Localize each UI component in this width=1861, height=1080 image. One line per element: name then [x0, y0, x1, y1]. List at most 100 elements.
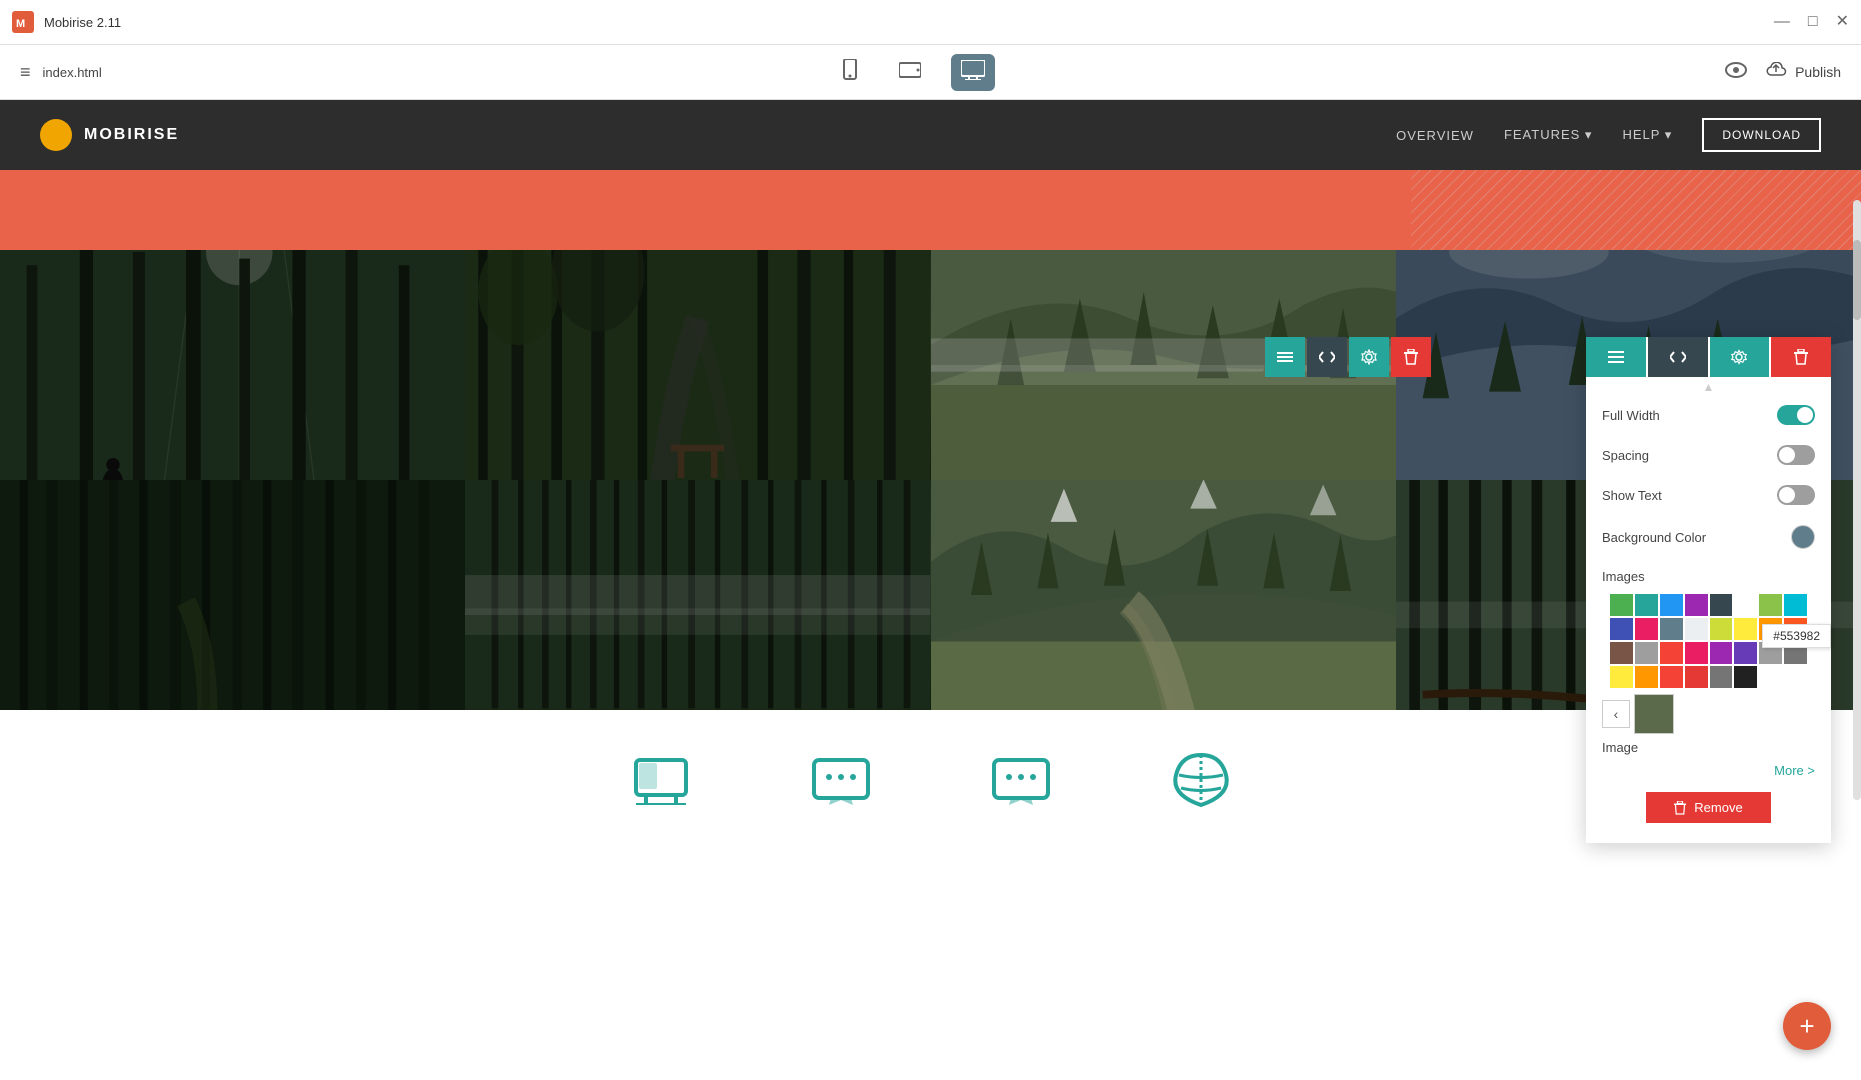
- images-label: Images: [1602, 569, 1645, 584]
- color-hex-value: #553982: [1773, 629, 1820, 643]
- image-label: Image: [1602, 740, 1638, 755]
- color-palette-container: #553982: [1594, 594, 1823, 688]
- color-swatch-item[interactable]: [1734, 642, 1757, 664]
- nav-brand-name: MOBIRISE: [84, 126, 179, 144]
- color-swatch-item[interactable]: [1734, 618, 1757, 640]
- feature-icon-3: [991, 755, 1051, 815]
- color-swatch-item[interactable]: [1710, 618, 1733, 640]
- nav-link-help[interactable]: HELP ▾: [1622, 127, 1672, 143]
- gallery-cell-1: [0, 250, 465, 480]
- nav-link-overview[interactable]: OVERVIEW: [1396, 128, 1474, 143]
- full-width-row: Full Width: [1586, 395, 1831, 435]
- remove-row: Remove: [1586, 786, 1831, 833]
- color-swatch-item[interactable]: [1660, 594, 1683, 616]
- site-preview: MOBIRISE OVERVIEW FEATURES ▾ HELP ▾ DOWN…: [0, 100, 1861, 1080]
- color-swatch-item[interactable]: [1685, 666, 1708, 688]
- menu-icon[interactable]: ≡: [20, 62, 31, 83]
- main-toolbar: ≡ index.html Publish: [0, 45, 1861, 100]
- color-swatch-item[interactable]: [1685, 594, 1708, 616]
- settings-panel: ▲ Full Width Spacing Show Text Backgroun…: [1586, 337, 1831, 843]
- feature-icon-2: [811, 755, 871, 815]
- block-delete-button[interactable]: [1391, 337, 1431, 377]
- maximize-button[interactable]: □: [1808, 14, 1818, 30]
- prev-image-button[interactable]: ‹: [1602, 700, 1630, 728]
- add-block-button[interactable]: +: [1783, 1002, 1831, 1050]
- color-swatch-item[interactable]: [1734, 666, 1757, 688]
- color-swatch-item[interactable]: [1610, 618, 1633, 640]
- bg-color-label: Background Color: [1602, 530, 1706, 545]
- color-hex-display: #553982: [1762, 624, 1831, 648]
- color-swatch-item[interactable]: [1759, 594, 1782, 616]
- scrollbar[interactable]: [1853, 200, 1861, 800]
- panel-gear-button[interactable]: [1710, 337, 1770, 377]
- settings-header: [1586, 337, 1831, 377]
- show-text-toggle[interactable]: [1777, 485, 1815, 505]
- scrollbar-thumb: [1853, 240, 1861, 320]
- spacing-toggle[interactable]: [1777, 445, 1815, 465]
- color-swatch-item[interactable]: [1635, 618, 1658, 640]
- desktop-view-button[interactable]: [951, 54, 995, 91]
- color-swatch-item[interactable]: [1710, 642, 1733, 664]
- color-swatch-item[interactable]: [1710, 594, 1733, 616]
- app-title: Mobirise 2.11: [44, 15, 121, 30]
- full-width-toggle[interactable]: [1777, 405, 1815, 425]
- panel-sort-button[interactable]: [1586, 337, 1646, 377]
- gallery-cell-2: [465, 250, 930, 480]
- nav-download-button[interactable]: DOWNLOAD: [1702, 118, 1821, 152]
- preview-button[interactable]: [1725, 61, 1747, 84]
- images-nav: ‹: [1586, 692, 1831, 736]
- orange-section: [0, 170, 1861, 250]
- svg-text:M: M: [16, 18, 25, 30]
- titlebar: M Mobirise 2.11 — □ ✕: [0, 0, 1861, 45]
- filename-label: index.html: [43, 65, 102, 80]
- images-label-row: Images: [1586, 559, 1831, 586]
- feature-icon-4: [1171, 750, 1231, 820]
- bg-color-swatch[interactable]: [1791, 525, 1815, 549]
- color-swatch-item[interactable]: [1610, 594, 1633, 616]
- toolbar-left: ≡ index.html: [20, 62, 102, 83]
- color-swatch-item[interactable]: [1685, 618, 1708, 640]
- color-swatch-item[interactable]: [1635, 666, 1658, 688]
- publish-label: Publish: [1795, 64, 1841, 80]
- tablet-view-button[interactable]: [889, 55, 931, 90]
- color-swatch-item[interactable]: [1635, 594, 1658, 616]
- color-swatch-item[interactable]: [1734, 594, 1757, 616]
- color-swatch-item[interactable]: [1784, 594, 1807, 616]
- nav-logo-sun: [40, 119, 72, 151]
- block-code-button[interactable]: [1307, 337, 1347, 377]
- color-swatch-item[interactable]: [1635, 642, 1658, 664]
- color-swatch-item[interactable]: [1685, 642, 1708, 664]
- spacing-row: Spacing: [1586, 435, 1831, 475]
- more-link[interactable]: More >: [1586, 759, 1831, 786]
- panel-code-button[interactable]: [1648, 337, 1708, 377]
- gallery-cell-5: [0, 480, 465, 710]
- color-swatch-item[interactable]: [1660, 666, 1683, 688]
- mobile-view-button[interactable]: [831, 53, 869, 92]
- minimize-button[interactable]: —: [1774, 14, 1790, 30]
- window-controls: — □ ✕: [1774, 14, 1849, 30]
- more-label: More >: [1774, 763, 1815, 778]
- color-swatch-item[interactable]: [1660, 642, 1683, 664]
- panel-delete-button[interactable]: [1771, 337, 1831, 377]
- device-switcher: [831, 53, 995, 92]
- preview-navbar: MOBIRISE OVERVIEW FEATURES ▾ HELP ▾ DOWN…: [0, 100, 1861, 170]
- image-label-row: Image: [1586, 736, 1831, 759]
- show-text-label: Show Text: [1602, 488, 1662, 503]
- block-settings-button[interactable]: [1349, 337, 1389, 377]
- toolbar-right: Publish: [1725, 61, 1841, 84]
- block-controls: [1265, 337, 1431, 377]
- color-swatch-item[interactable]: [1710, 666, 1733, 688]
- bg-color-row: Background Color: [1586, 515, 1831, 559]
- gallery-cell-7: [931, 480, 1396, 710]
- nav-link-features[interactable]: FEATURES ▾: [1504, 127, 1593, 143]
- color-swatch-item[interactable]: [1610, 642, 1633, 664]
- remove-button[interactable]: Remove: [1646, 792, 1770, 823]
- close-button[interactable]: ✕: [1836, 14, 1849, 30]
- publish-button[interactable]: Publish: [1765, 62, 1841, 83]
- feature-icon-1: [631, 755, 691, 815]
- fab-icon: +: [1799, 1011, 1814, 1042]
- block-sort-button[interactable]: [1265, 337, 1305, 377]
- color-swatch-item[interactable]: [1610, 666, 1633, 688]
- panel-caret-up: ▲: [1586, 381, 1831, 393]
- color-swatch-item[interactable]: [1660, 618, 1683, 640]
